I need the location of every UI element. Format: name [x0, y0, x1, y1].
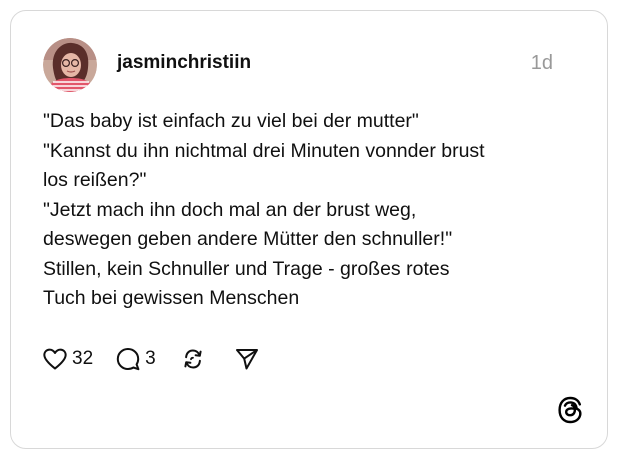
post-text-line: "Jetzt mach ihn doch mal an der brust we…	[43, 198, 417, 221]
post-text-line: "Das baby ist einfach zu viel bei der mu…	[43, 110, 419, 132]
post-actions: 32 3	[42, 345, 260, 373]
post-timestamp: 1d	[530, 52, 553, 74]
post-text: "Das baby ist einfach zu viel bei der mu…	[43, 107, 583, 314]
reply-button[interactable]: 3	[115, 346, 156, 372]
username[interactable]: jasminchristiin	[117, 51, 251, 75]
post-text-line: deswegen geben andere Mütter den schnull…	[43, 228, 453, 250]
like-count: 32	[72, 348, 94, 369]
post-text-line: Tuch bei gewissen Menschen	[43, 287, 300, 309]
send-icon	[235, 349, 258, 370]
reply-count: 3	[145, 348, 156, 369]
post-text-line: "Kannst du ihn nichtmal drei Minuten von…	[43, 139, 485, 162]
post-card: jasminchristiin 1d "Das baby ist einfach…	[10, 10, 608, 449]
repost-icon	[184, 349, 202, 369]
avatar-image	[43, 38, 97, 92]
like-button[interactable]: 32	[42, 347, 93, 371]
threads-logo-icon	[558, 396, 582, 424]
repost-button[interactable]	[180, 346, 206, 372]
avatar[interactable]	[43, 38, 97, 92]
comment-icon	[116, 348, 140, 371]
heart-icon	[43, 348, 67, 370]
share-button[interactable]	[234, 346, 260, 372]
post-text-line: los reißen?"	[43, 169, 147, 191]
post-text-line: Stillen, kein Schnuller und Trage - groß…	[43, 257, 450, 280]
